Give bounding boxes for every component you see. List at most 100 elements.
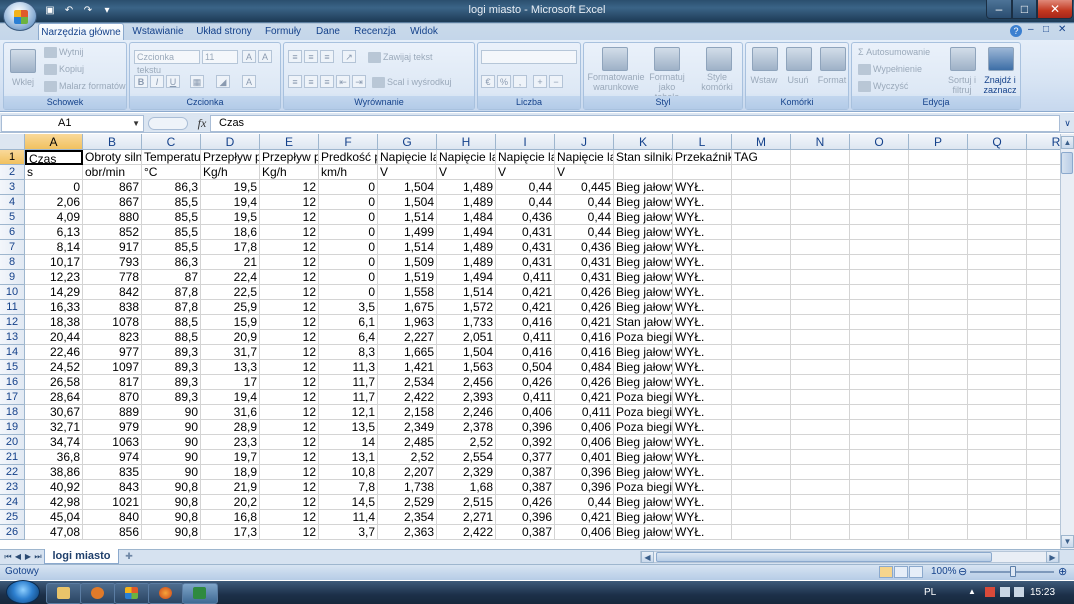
- column-header[interactable]: R: [1027, 134, 1060, 150]
- cell[interactable]: [732, 345, 791, 360]
- cell[interactable]: [732, 165, 791, 180]
- cell[interactable]: 12: [260, 435, 319, 450]
- cell[interactable]: 0,421: [555, 390, 614, 405]
- cell[interactable]: 13,1: [319, 450, 378, 465]
- cell[interactable]: 90: [142, 450, 201, 465]
- cell[interactable]: 12: [260, 330, 319, 345]
- scroll-left-icon[interactable]: ◀: [641, 551, 654, 563]
- cell[interactable]: [791, 210, 850, 225]
- column-header[interactable]: L: [673, 134, 732, 150]
- cell[interactable]: 0,406: [555, 525, 614, 540]
- cell[interactable]: 1,514: [378, 240, 437, 255]
- cell[interactable]: [909, 420, 968, 435]
- cell[interactable]: [791, 525, 850, 540]
- cell[interactable]: WYŁ.: [673, 390, 732, 405]
- cell[interactable]: 90,8: [142, 480, 201, 495]
- tab-data[interactable]: Dane: [310, 23, 346, 40]
- taskbar-firefox[interactable]: [148, 583, 184, 604]
- cell[interactable]: 14: [319, 435, 378, 450]
- cell[interactable]: 778: [83, 270, 142, 285]
- cell[interactable]: Napięcie la: [555, 150, 614, 165]
- cell[interactable]: 0,44: [496, 195, 555, 210]
- row-header[interactable]: 10: [0, 285, 25, 300]
- cell[interactable]: 0,421: [555, 510, 614, 525]
- cell[interactable]: [732, 405, 791, 420]
- tab-review[interactable]: Recenzja: [350, 23, 400, 40]
- cell[interactable]: 0,436: [555, 240, 614, 255]
- cell[interactable]: [791, 360, 850, 375]
- insert-function-icon[interactable]: fx: [194, 115, 210, 132]
- cell[interactable]: 26,58: [25, 375, 83, 390]
- row-header[interactable]: 26: [0, 525, 25, 540]
- cut-button[interactable]: Wytnij: [44, 47, 83, 59]
- cell[interactable]: 32,71: [25, 420, 83, 435]
- cell[interactable]: 47,08: [25, 525, 83, 540]
- cell[interactable]: 45,04: [25, 510, 83, 525]
- cell[interactable]: 90,8: [142, 510, 201, 525]
- cell[interactable]: 85,5: [142, 240, 201, 255]
- cell[interactable]: [909, 255, 968, 270]
- row-header[interactable]: 17: [0, 390, 25, 405]
- cell[interactable]: [968, 465, 1027, 480]
- cell[interactable]: 817: [83, 375, 142, 390]
- cell[interactable]: V: [378, 165, 437, 180]
- cell[interactable]: 4,09: [25, 210, 83, 225]
- formula-input[interactable]: Czas: [210, 115, 1060, 132]
- cell[interactable]: [732, 450, 791, 465]
- cell[interactable]: [1027, 225, 1060, 240]
- cell[interactable]: 1,504: [378, 180, 437, 195]
- cell[interactable]: 85,5: [142, 225, 201, 240]
- cell[interactable]: Bieg jałowy: [614, 300, 673, 315]
- cell[interactable]: 12: [260, 285, 319, 300]
- cell[interactable]: 12: [260, 195, 319, 210]
- cell[interactable]: Kg/h: [201, 165, 260, 180]
- cell-styles-button[interactable]: Style komórki: [692, 72, 742, 92]
- cell[interactable]: 0,431: [555, 270, 614, 285]
- vertical-scroll-thumb[interactable]: [1061, 152, 1073, 174]
- cell[interactable]: [791, 390, 850, 405]
- cell[interactable]: 38,86: [25, 465, 83, 480]
- cell[interactable]: 0,504: [496, 360, 555, 375]
- cell[interactable]: 17,3: [201, 525, 260, 540]
- sheet-tab-logi-miasto[interactable]: logi miasto: [44, 549, 119, 564]
- cell[interactable]: [1027, 300, 1060, 315]
- column-header[interactable]: M: [732, 134, 791, 150]
- cell[interactable]: WYŁ.: [673, 510, 732, 525]
- cell[interactable]: [968, 525, 1027, 540]
- cell[interactable]: 2,378: [437, 420, 496, 435]
- cell[interactable]: 974: [83, 450, 142, 465]
- cell[interactable]: 13,3: [201, 360, 260, 375]
- cell[interactable]: [614, 165, 673, 180]
- cell[interactable]: 2,52: [437, 435, 496, 450]
- cell[interactable]: 0,426: [555, 300, 614, 315]
- cell[interactable]: 852: [83, 225, 142, 240]
- scroll-right-icon[interactable]: ▶: [1046, 551, 1059, 563]
- cell[interactable]: 12: [260, 480, 319, 495]
- cell[interactable]: [968, 510, 1027, 525]
- cell[interactable]: [791, 270, 850, 285]
- cell[interactable]: [1027, 240, 1060, 255]
- font-color-icon[interactable]: A: [242, 75, 256, 88]
- cell[interactable]: 0,416: [555, 345, 614, 360]
- cell[interactable]: [968, 435, 1027, 450]
- cell[interactable]: [732, 210, 791, 225]
- cell[interactable]: [850, 435, 909, 450]
- cell[interactable]: WYŁ.: [673, 435, 732, 450]
- cell[interactable]: [732, 315, 791, 330]
- cell[interactable]: [732, 480, 791, 495]
- cell[interactable]: 90: [142, 465, 201, 480]
- cell[interactable]: 13,5: [319, 420, 378, 435]
- font-name-select[interactable]: Czcionka tekstu: [134, 50, 200, 75]
- cell[interactable]: [968, 480, 1027, 495]
- cell[interactable]: Bieg jałowy: [614, 375, 673, 390]
- cell[interactable]: 793: [83, 255, 142, 270]
- cell[interactable]: [909, 375, 968, 390]
- cell[interactable]: 90,8: [142, 525, 201, 540]
- cell[interactable]: 0,411: [555, 405, 614, 420]
- cell[interactable]: s: [25, 165, 83, 180]
- cell[interactable]: [850, 225, 909, 240]
- taskbar-media[interactable]: [80, 583, 116, 604]
- cell[interactable]: [791, 225, 850, 240]
- sort-filter-button[interactable]: Sortuj i filtruj: [942, 75, 982, 95]
- ribbon-close-icon[interactable]: ✕: [1058, 24, 1066, 35]
